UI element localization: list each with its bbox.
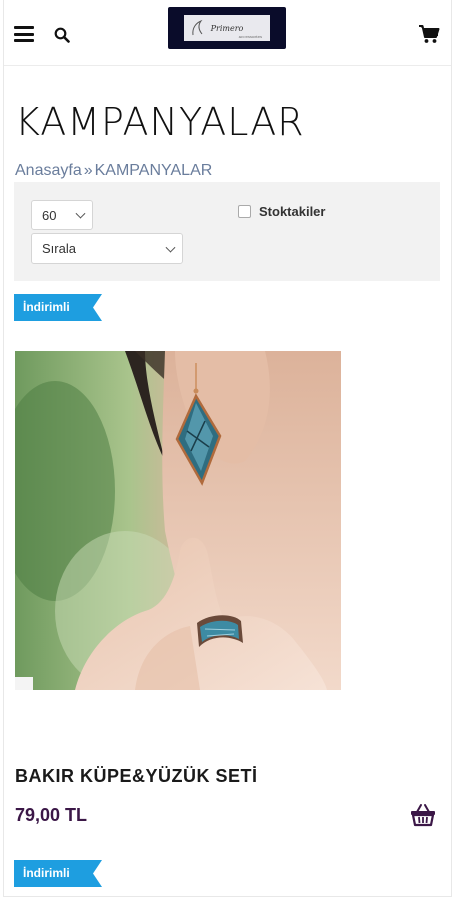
page-frame: Primero accessories KAMPANYALAR Anasayfa… [3,0,452,897]
page-title: KAMPANYALAR [15,100,305,144]
discount-badge: İndirimli [14,294,102,321]
logo-text: Primero [210,23,244,33]
breadcrumb: Anasayfa» KAMPANYALAR [15,162,212,180]
site-logo[interactable]: Primero accessories [168,7,286,49]
product-name[interactable]: BAKIR KÜPE&YÜZÜK SETİ [15,766,258,787]
per-page-value: 60 [42,207,57,223]
discount-badge-label: İndirimli [23,300,70,314]
chevron-down-icon [165,242,176,253]
per-page-select[interactable]: 60 [31,200,93,230]
in-stock-checkbox[interactable] [238,205,251,218]
chevron-down-icon [75,208,86,219]
filter-panel: 60 Sırala Stoktakiler [14,182,440,281]
sort-select[interactable]: Sırala [31,233,183,264]
breadcrumb-separator: » [83,162,93,179]
breadcrumb-current[interactable]: KAMPANYALAR [95,162,213,179]
shopping-basket-icon[interactable] [410,803,436,827]
shopping-cart-icon[interactable] [418,24,440,44]
in-stock-filter[interactable]: Stoktakiler [238,204,325,219]
product-image[interactable] [15,351,341,690]
hamburger-menu-icon[interactable] [14,26,34,42]
sort-value: Sırala [42,241,76,256]
discount-badge-label: İndirimli [23,866,70,880]
product-price: 79,00 TL [15,805,88,825]
site-header: Primero accessories [4,0,451,66]
search-icon[interactable] [54,27,70,43]
in-stock-label: Stoktakiler [259,204,326,219]
discount-badge: İndirimli [14,860,102,887]
logo-subtext: accessories [238,34,262,39]
breadcrumb-home-link[interactable]: Anasayfa [15,162,82,179]
logo-image: Primero accessories [184,15,270,41]
